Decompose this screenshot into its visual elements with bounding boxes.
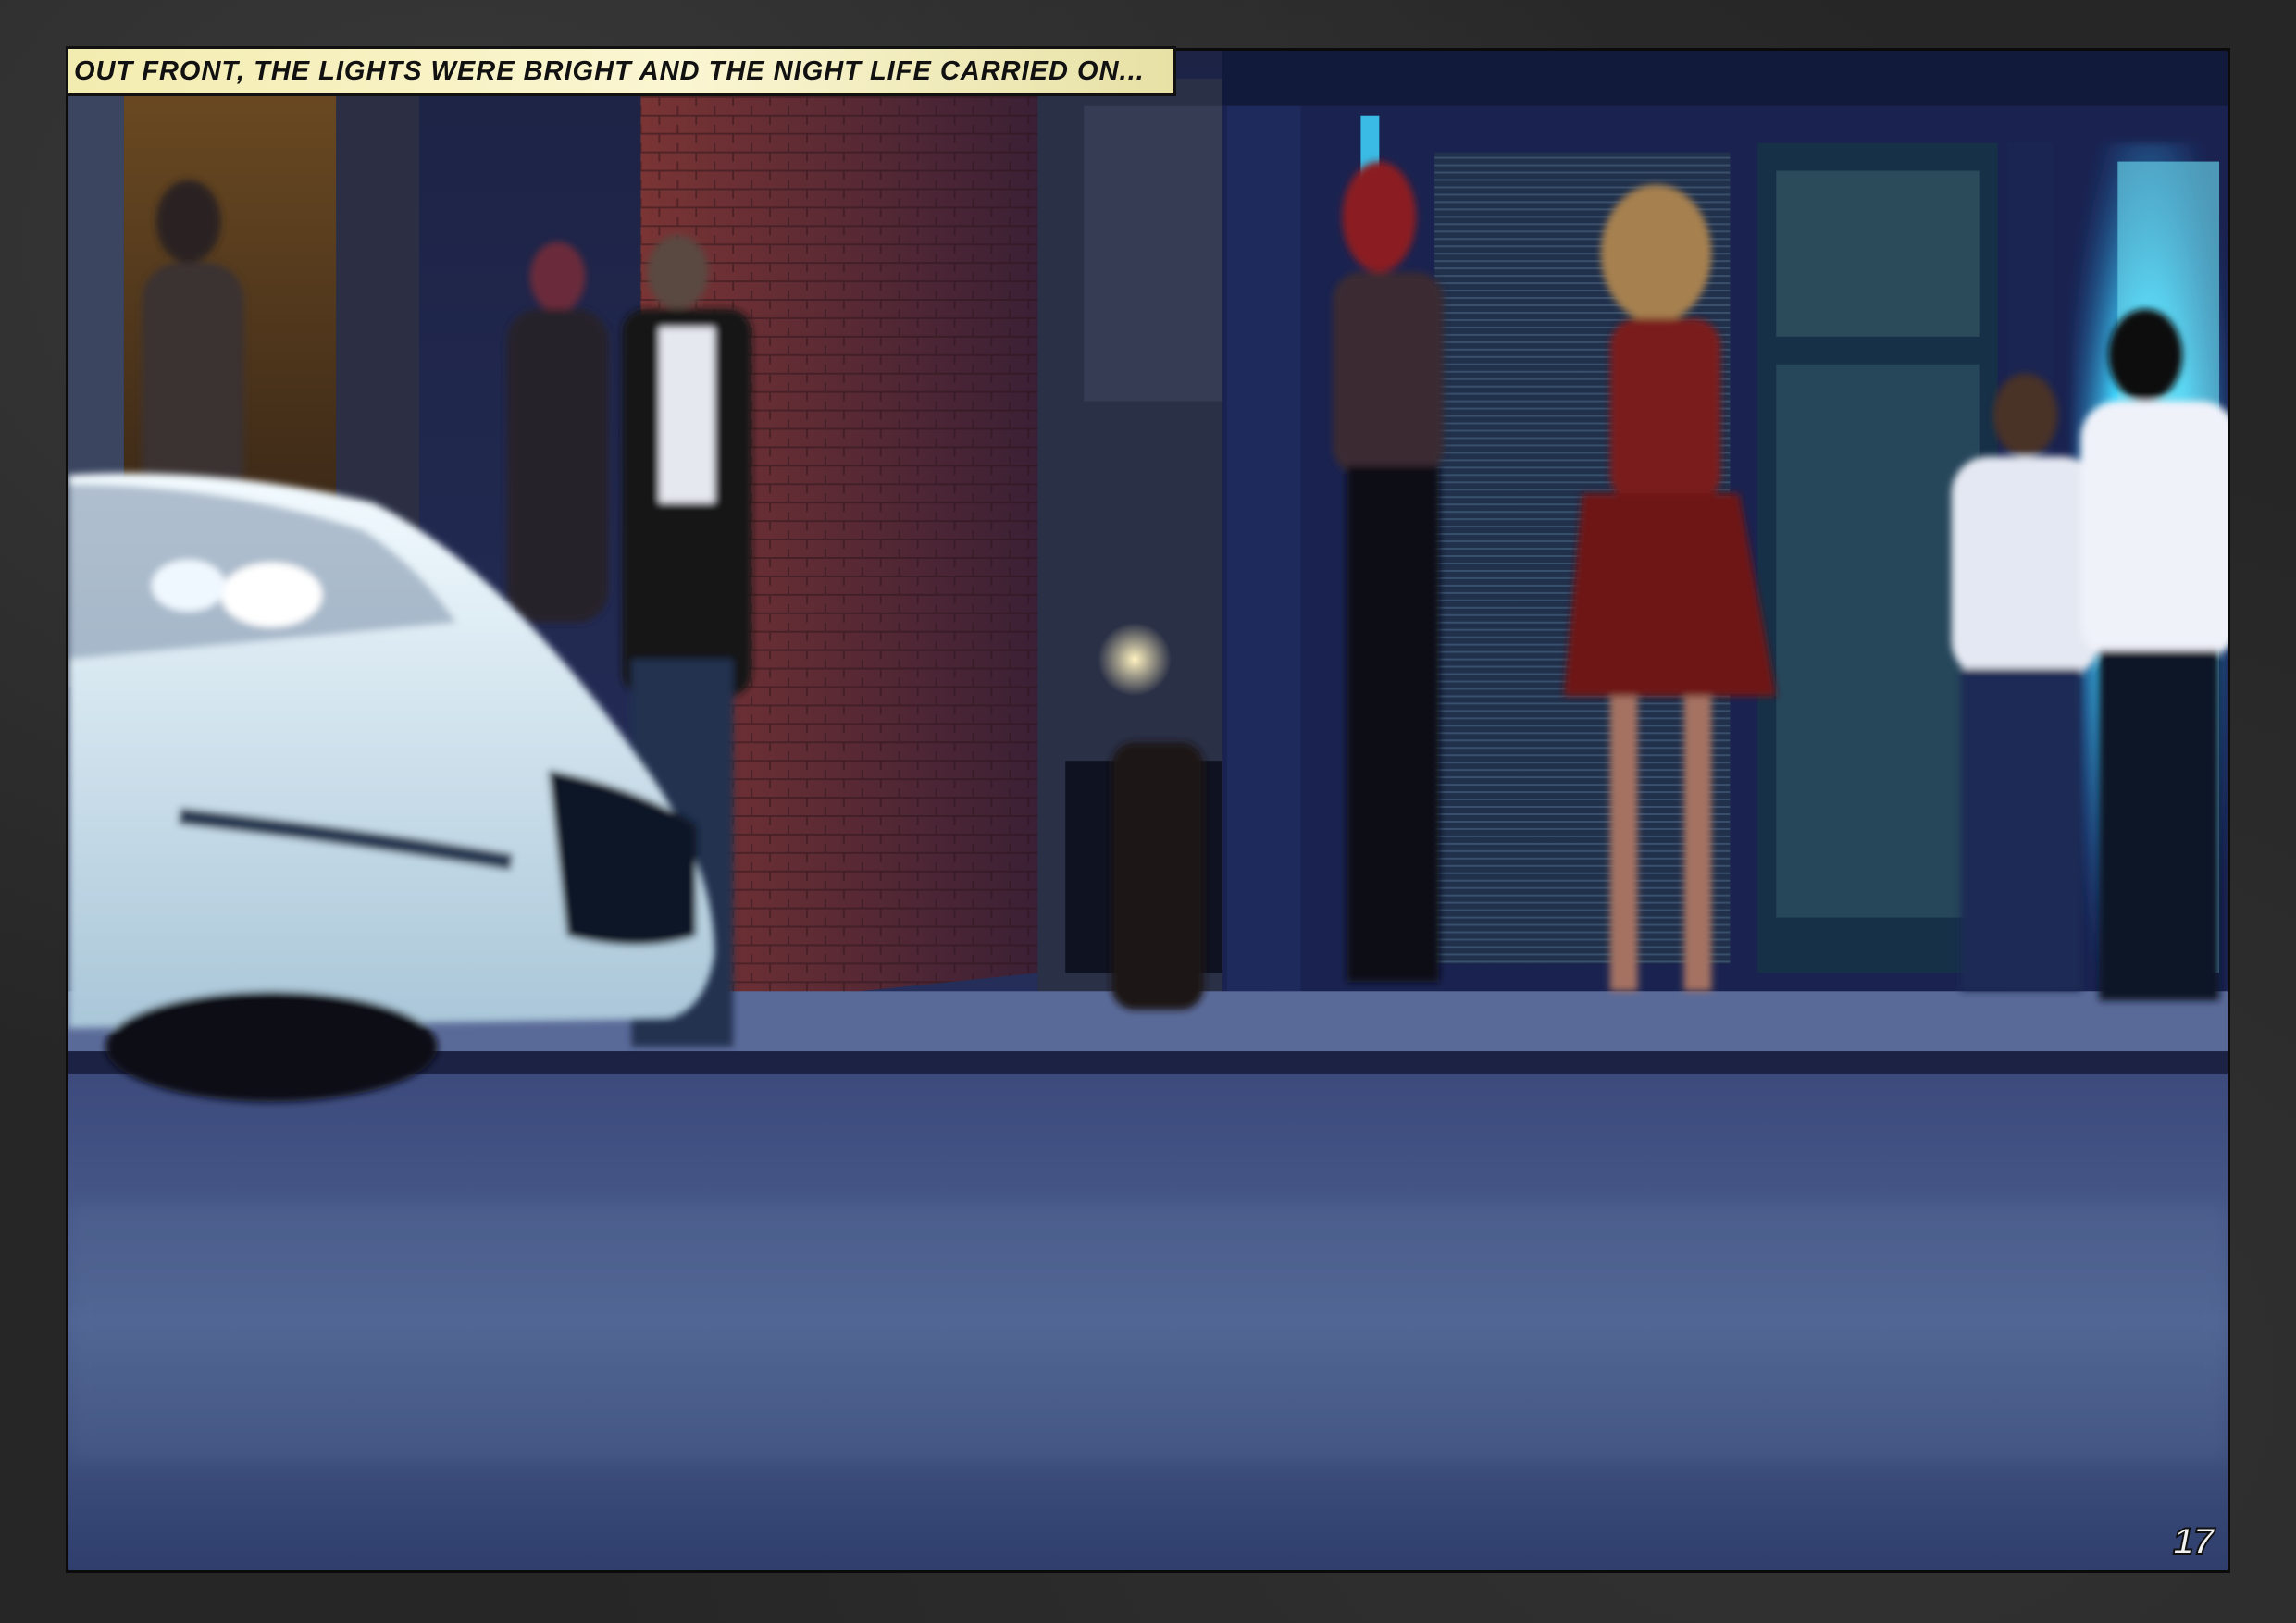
comic-page: Out front, the lights were bright and th…	[0, 0, 2296, 1623]
caption-text: Out front, the lights were bright and th…	[74, 56, 1145, 86]
comic-panel	[66, 48, 2230, 1573]
street-scene-illustration	[68, 51, 2228, 1570]
alley-lamp	[1098, 622, 1172, 697]
caption-box: Out front, the lights were bright and th…	[66, 46, 1176, 96]
page-number: 17	[2172, 1520, 2215, 1563]
